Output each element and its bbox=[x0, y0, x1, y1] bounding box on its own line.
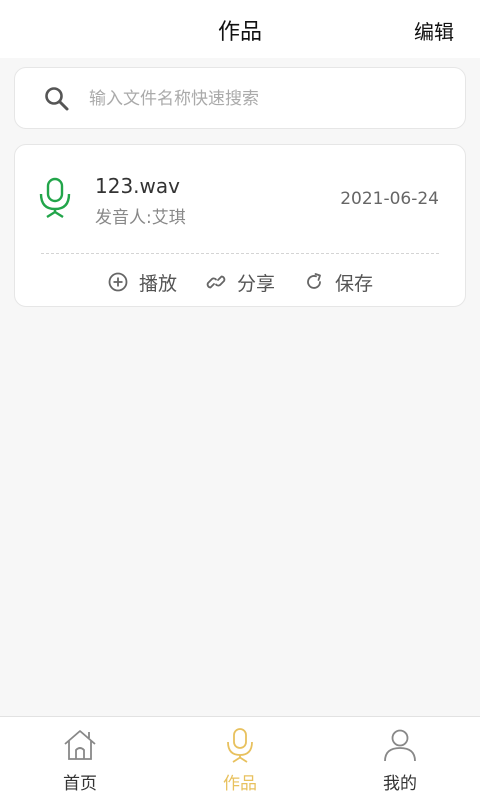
microphone-icon bbox=[39, 177, 71, 219]
share-label: 分享 bbox=[236, 272, 275, 295]
save-button[interactable]: 保存 bbox=[303, 267, 373, 297]
tab-mine-label: 我的 bbox=[383, 774, 417, 794]
search-box[interactable] bbox=[14, 67, 466, 129]
tab-home-label: 首页 bbox=[63, 774, 97, 794]
share-button[interactable]: 分享 bbox=[205, 267, 275, 297]
refresh-icon bbox=[307, 273, 321, 289]
edit-button[interactable]: 编辑 bbox=[414, 16, 454, 45]
tab-mine[interactable]: 我的 bbox=[360, 727, 440, 797]
speaker-label: 发音人:艾琪 bbox=[95, 208, 186, 228]
tab-works[interactable]: 作品 bbox=[200, 727, 280, 797]
work-card[interactable]: 123.wav 发音人:艾琪 2021-06-24 播放 分享 保存 bbox=[14, 144, 466, 307]
play-button[interactable]: 播放 bbox=[107, 267, 177, 297]
plus-circle-icon bbox=[108, 272, 128, 292]
bottom-tab-bar: 首页 作品 我的 bbox=[0, 716, 480, 800]
tab-home[interactable]: 首页 bbox=[40, 727, 120, 797]
top-bar: 作品 编辑 bbox=[0, 0, 480, 58]
tab-works-label: 作品 bbox=[223, 774, 257, 794]
home-icon bbox=[64, 730, 96, 760]
page-title: 作品 bbox=[217, 20, 262, 45]
save-label: 保存 bbox=[335, 272, 374, 295]
file-name: 123.wav bbox=[95, 174, 180, 198]
link-icon bbox=[206, 275, 226, 289]
microphone-icon bbox=[227, 728, 253, 763]
play-label: 播放 bbox=[138, 272, 177, 295]
user-icon bbox=[384, 729, 416, 762]
search-icon bbox=[45, 87, 69, 111]
card-divider bbox=[41, 253, 439, 254]
file-date: 2021-06-24 bbox=[340, 189, 439, 209]
search-input[interactable] bbox=[89, 84, 449, 114]
card-actions: 播放 分享 保存 bbox=[15, 267, 465, 297]
